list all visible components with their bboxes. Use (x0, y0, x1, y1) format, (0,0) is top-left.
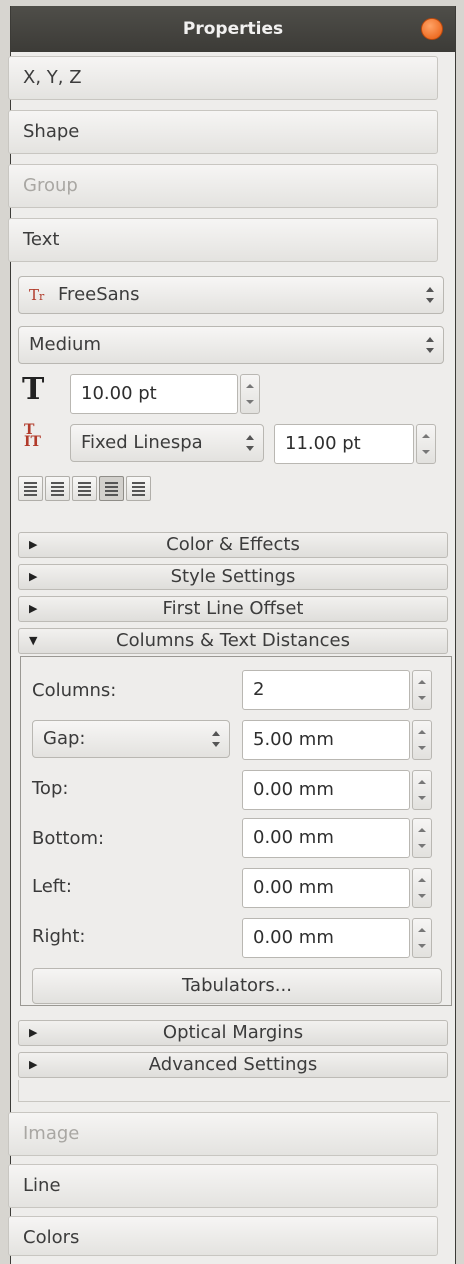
right-label: Right: (32, 926, 86, 947)
top-label: Top: (32, 778, 69, 799)
font-size-icon: T (22, 372, 45, 407)
expander-columns-text-distances[interactable]: ▼ Columns & Text Distances (18, 628, 448, 654)
gap-spinner[interactable] (412, 720, 432, 760)
linespacing-spinner[interactable] (416, 424, 436, 464)
expander-first-line-offset[interactable]: ▶ First Line Offset (18, 596, 448, 622)
expander-color-effects[interactable]: ▶ Color & Effects (18, 532, 448, 558)
section-group-button[interactable]: Group (8, 164, 438, 208)
font-type-icon: Tr (29, 286, 45, 304)
linespacing-icon: T IT (24, 422, 41, 450)
left-input[interactable]: 0.00 mm (242, 868, 410, 908)
section-shape-button[interactable]: Shape (8, 110, 438, 154)
justify-icon[interactable] (99, 476, 124, 501)
linespacing-mode-combo[interactable]: Fixed Linespa (70, 424, 264, 462)
bottom-spinner[interactable] (412, 818, 432, 858)
left-spinner[interactable] (412, 868, 432, 908)
expander-optical-margins[interactable]: ▶ Optical Margins (18, 1020, 448, 1046)
chevron-updown-icon (245, 433, 255, 453)
chevron-updown-icon (425, 285, 435, 305)
close-icon[interactable] (421, 18, 443, 40)
expander-advanced-settings[interactable]: ▶ Advanced Settings (18, 1052, 448, 1078)
right-input[interactable]: 0.00 mm (242, 918, 410, 958)
text-section-footer (18, 1080, 450, 1102)
right-spinner[interactable] (412, 918, 432, 958)
alignment-group (18, 476, 151, 501)
align-center-icon[interactable] (45, 476, 70, 501)
gap-label: Gap: (43, 728, 86, 749)
chevron-updown-icon (211, 729, 221, 749)
window-title: Properties (182, 19, 284, 39)
chevron-updown-icon (425, 335, 435, 355)
top-spinner[interactable] (412, 770, 432, 810)
section-text-button[interactable]: Text (8, 218, 438, 262)
linespacing-value-input[interactable]: 11.00 pt (274, 424, 414, 464)
section-line-button[interactable]: Line (8, 1164, 438, 1208)
font-style-combo[interactable]: Medium (18, 326, 444, 364)
align-left-icon[interactable] (18, 476, 43, 501)
columns-label: Columns: (32, 680, 117, 701)
tabulators-button[interactable]: Tabulators... (32, 968, 442, 1004)
gap-input[interactable]: 5.00 mm (242, 720, 410, 760)
font-style-value: Medium (29, 334, 101, 355)
section-colors-button[interactable]: Colors (8, 1216, 438, 1256)
bottom-input[interactable]: 0.00 mm (242, 818, 410, 858)
bottom-label: Bottom: (32, 828, 105, 849)
left-label: Left: (32, 876, 72, 897)
force-justify-icon[interactable] (126, 476, 151, 501)
gap-combo[interactable]: Gap: (32, 720, 230, 758)
align-right-icon[interactable] (72, 476, 97, 501)
section-xyz-button[interactable]: X, Y, Z (8, 56, 438, 100)
columns-spinner[interactable] (412, 670, 432, 710)
linespacing-mode-value: Fixed Linespa (81, 432, 203, 453)
columns-input[interactable]: 2 (242, 670, 410, 710)
font-family-value: FreeSans (58, 284, 140, 305)
font-size-spinner[interactable] (240, 374, 260, 414)
section-image-button[interactable]: Image (8, 1112, 438, 1156)
titlebar[interactable]: Properties (11, 6, 455, 52)
top-input[interactable]: 0.00 mm (242, 770, 410, 810)
font-size-input[interactable]: 10.00 pt (70, 374, 238, 414)
font-family-combo[interactable]: Tr FreeSans (18, 276, 444, 314)
expander-style-settings[interactable]: ▶ Style Settings (18, 564, 448, 590)
